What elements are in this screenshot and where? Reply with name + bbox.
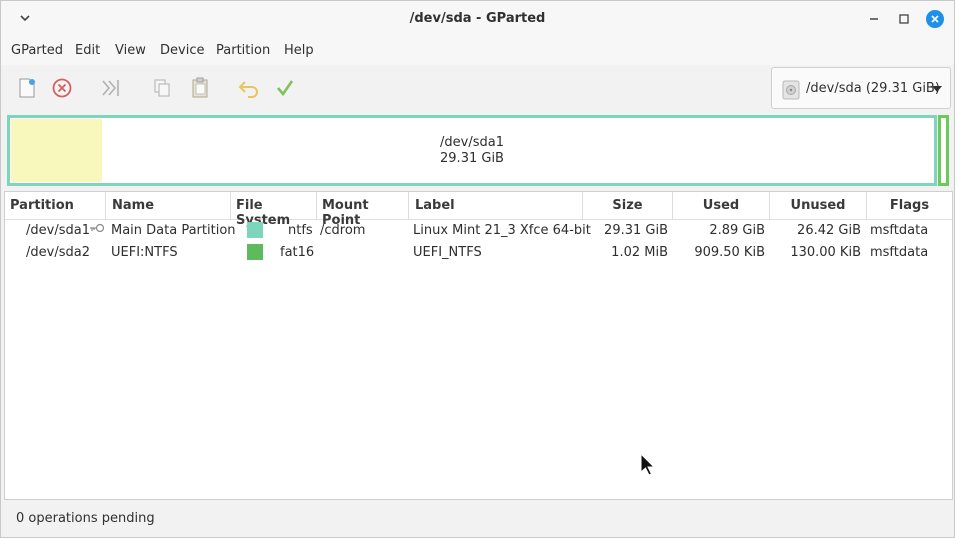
column-mount-point[interactable]: Mount Point	[317, 192, 409, 228]
column-size[interactable]: Size	[583, 192, 673, 220]
cell-size: 29.31 GiB	[604, 223, 668, 238]
undo-button[interactable]	[236, 75, 262, 101]
cell-label: UEFI_NTFS	[413, 245, 482, 260]
partition-map-name: /dev/sda1	[440, 135, 504, 150]
column-flags[interactable]: Flags	[867, 192, 952, 220]
column-used[interactable]: Used	[673, 192, 770, 220]
mouse-cursor-icon	[639, 452, 657, 477]
maximize-button[interactable]	[895, 10, 913, 28]
new-partition-button[interactable]	[14, 75, 40, 101]
menu-partition[interactable]: Partition	[216, 43, 270, 58]
status-bar: 0 operations pending	[1, 501, 954, 537]
menu-bar: GParted Edit View Device Partition Help	[1, 37, 954, 65]
table-header: Partition Name File System Mount Point L…	[5, 192, 952, 228]
menu-edit[interactable]: Edit	[75, 43, 100, 58]
cell-unused: 26.42 GiB	[797, 223, 861, 238]
cell-flags: msftdata	[870, 245, 929, 260]
title-bar: /dev/sda - GParted	[1, 1, 954, 37]
menu-gparted[interactable]: GParted	[11, 43, 63, 58]
partition-table: Partition Name File System Mount Point L…	[4, 191, 953, 500]
paste-button[interactable]	[187, 75, 213, 101]
harddisk-icon	[782, 80, 800, 100]
operations-pending-status: 0 operations pending	[16, 511, 155, 526]
column-label[interactable]: Label	[409, 192, 583, 220]
resize-move-icon	[102, 80, 119, 96]
paste-icon	[192, 77, 208, 98]
cell-mount-point: /cdrom	[320, 223, 366, 238]
toolbar: /dev/sda (29.31 GiB)	[1, 65, 954, 112]
cell-used: 2.89 GiB	[709, 223, 765, 238]
filesystem-color-swatch	[247, 244, 263, 260]
copy-icon	[154, 79, 170, 97]
cell-partition: /dev/sda2	[26, 245, 90, 260]
delete-icon	[52, 78, 72, 98]
partition-map-sda2[interactable]	[938, 115, 949, 186]
filesystem-color-swatch	[247, 222, 263, 238]
device-selector[interactable]: /dev/sda (29.31 GiB)	[771, 67, 951, 109]
partition-map-sda1[interactable]: /dev/sda1 29.31 GiB	[7, 115, 937, 186]
menu-help[interactable]: Help	[284, 43, 314, 58]
column-name[interactable]: Name	[106, 192, 231, 220]
minimize-button[interactable]	[865, 10, 883, 28]
mounted-key-icon	[89, 222, 105, 238]
table-row[interactable]: /dev/sda1 Main Data Partition ntfs /cdro…	[5, 220, 952, 242]
new-icon	[19, 78, 35, 98]
resize-move-button[interactable]	[98, 75, 124, 101]
column-file-system[interactable]: File System	[231, 192, 317, 228]
cell-used: 909.50 KiB	[694, 245, 765, 260]
cell-partition: /dev/sda1	[26, 223, 90, 238]
column-partition[interactable]: Partition	[5, 192, 106, 220]
column-unused[interactable]: Unused	[770, 192, 867, 220]
cell-file-system: ntfs	[288, 223, 313, 238]
partition-map-size: 29.31 GiB	[440, 151, 504, 166]
device-selector-label: /dev/sda (29.31 GiB)	[806, 81, 940, 96]
cell-size: 1.02 MiB	[611, 245, 668, 260]
apply-button[interactable]	[272, 75, 298, 101]
menu-view[interactable]: View	[115, 43, 146, 58]
close-button[interactable]	[926, 10, 944, 28]
window-title: /dev/sda - GParted	[409, 11, 546, 26]
gparted-window: /dev/sda - GParted GParted Edit View Dev…	[0, 0, 955, 538]
undo-icon	[238, 81, 258, 98]
table-row[interactable]: /dev/sda2 UEFI:NTFS fat16 UEFI_NTFS 1.02…	[5, 242, 952, 264]
dropdown-arrow-icon	[932, 86, 942, 92]
cell-label: Linux Mint 21_3 Xfce 64-bit	[413, 223, 591, 238]
copy-button[interactable]	[149, 75, 175, 101]
delete-partition-button[interactable]	[49, 75, 75, 101]
menu-device[interactable]: Device	[160, 43, 204, 58]
close-icon	[931, 15, 939, 23]
cell-unused: 130.00 KiB	[790, 245, 861, 260]
cell-flags: msftdata	[870, 223, 929, 238]
cell-file-system: fat16	[280, 245, 315, 260]
cell-name: Main Data Partition	[111, 223, 236, 238]
cell-name: UEFI:NTFS	[111, 245, 178, 260]
apply-check-icon	[277, 80, 294, 97]
